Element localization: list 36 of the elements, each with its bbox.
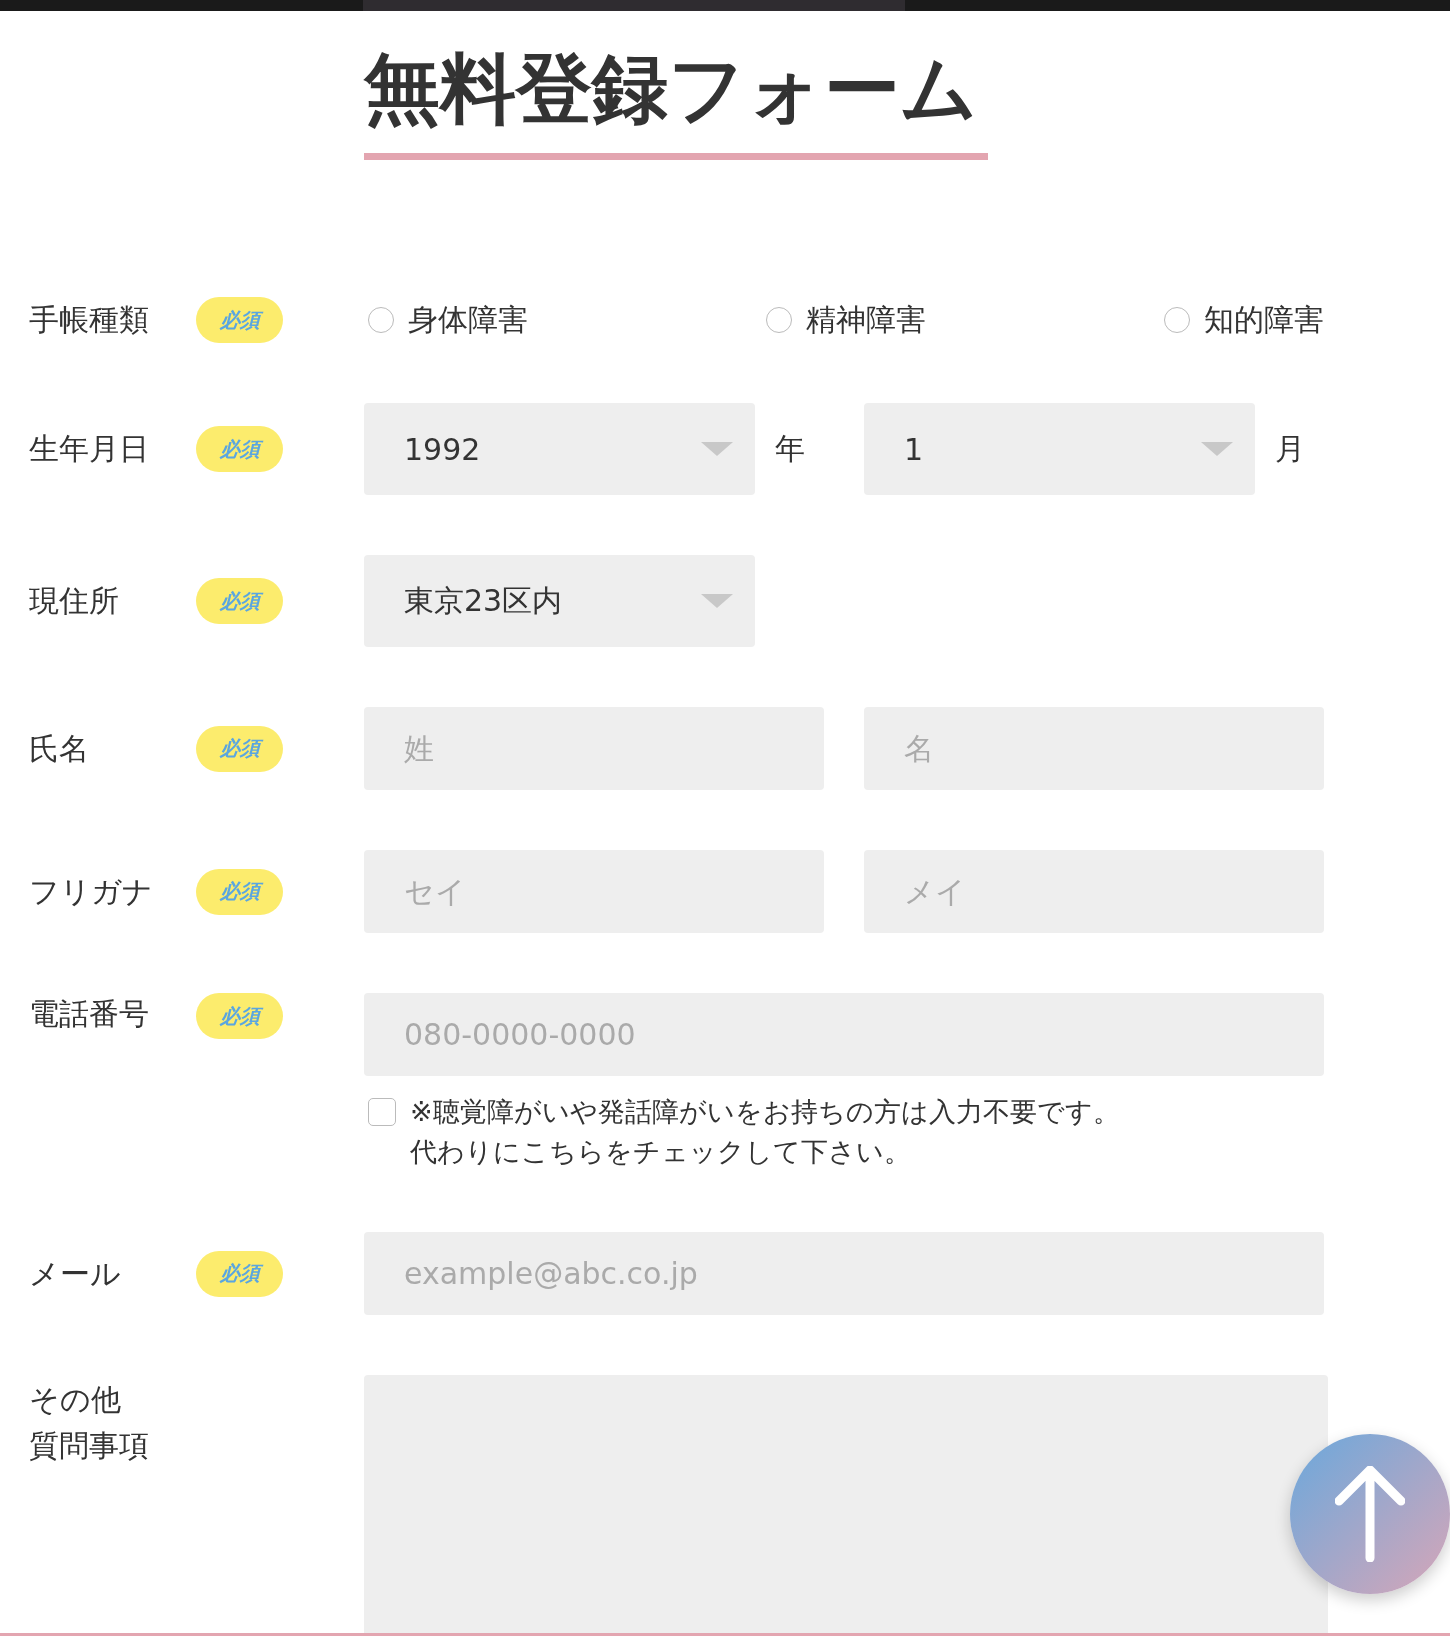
input-field[interactable]: example@abc.co.jp xyxy=(364,1232,1324,1315)
required-badge: 必須 xyxy=(196,868,283,915)
dropdown[interactable]: 東京23区内 xyxy=(364,555,755,647)
field-label: 現住所 xyxy=(29,582,120,620)
input-field[interactable]: セイ xyxy=(364,850,824,933)
page-title: 無料登録フォーム xyxy=(364,39,988,160)
field-label: フリガナ xyxy=(29,872,154,911)
dropdown[interactable]: 1992 xyxy=(364,403,755,495)
dropdown-caret-icon xyxy=(1201,442,1233,456)
required-badge: 必須 xyxy=(196,297,283,343)
radio-option[interactable]: 精神障害 xyxy=(762,297,926,343)
required-badge: 必須 xyxy=(196,578,283,624)
unit-label: 年 xyxy=(774,429,806,468)
checkbox-label: ※聴覚障がいや発話障がいをお持ちの方は入力不要です。 代わりにこちらをチェックして下さい。 xyxy=(410,1095,1120,1169)
field-label: 手帳種類 xyxy=(29,301,150,339)
input-field[interactable]: 080-0000-0000 xyxy=(364,993,1324,1076)
radio-option[interactable]: 知的障害 xyxy=(1160,297,1324,343)
field-label: 氏名 xyxy=(29,729,90,768)
field-label: その他 質問事項 xyxy=(29,1381,150,1465)
field-label: 生年月日 xyxy=(29,430,150,468)
dropdown[interactable]: 1 xyxy=(864,403,1255,495)
radio-option[interactable]: 身体障害 xyxy=(364,297,528,343)
input-field[interactable]: メイ xyxy=(864,850,1324,933)
required-badge: 必須 xyxy=(196,1250,283,1297)
required-badge: 必須 xyxy=(196,426,283,472)
field-label: 電話番号 xyxy=(29,995,150,1033)
arrow-up-icon xyxy=(1335,1466,1405,1562)
input-field[interactable]: 姓 xyxy=(364,707,824,790)
required-badge: 必須 xyxy=(196,725,283,772)
checkbox[interactable] xyxy=(368,1098,396,1126)
dropdown-caret-icon xyxy=(701,442,733,456)
dropdown-caret-icon xyxy=(701,594,733,608)
unit-label: 月 xyxy=(1274,429,1306,468)
required-badge: 必須 xyxy=(196,993,283,1039)
input-field[interactable]: 名 xyxy=(864,707,1324,790)
field-label: メール xyxy=(29,1254,122,1293)
